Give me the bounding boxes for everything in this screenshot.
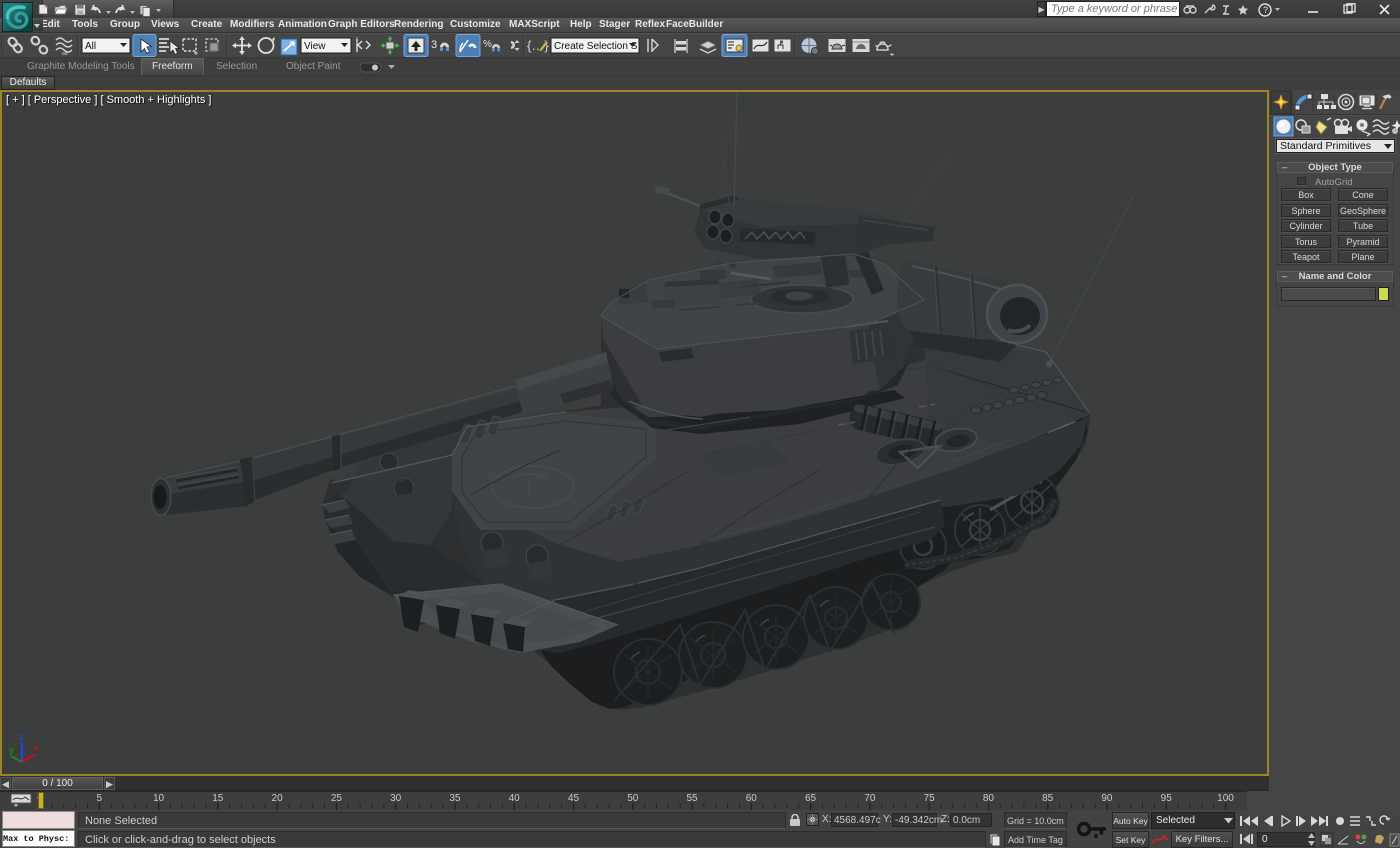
svg-text:25: 25: [331, 793, 343, 804]
svg-text:60: 60: [746, 793, 758, 804]
svg-text:∞: ∞: [62, 49, 68, 58]
svg-text:40: 40: [509, 793, 521, 804]
svg-text:%: %: [483, 39, 492, 50]
svg-text:75: 75: [924, 793, 936, 804]
svg-text:View: View: [304, 41, 326, 52]
svg-text:100: 100: [1217, 793, 1234, 804]
svg-text:y: y: [9, 745, 14, 755]
svg-text:x: x: [34, 743, 39, 753]
svg-text:80: 80: [983, 793, 995, 804]
svg-text:20: 20: [272, 793, 284, 804]
svg-text:?: ?: [1263, 5, 1268, 15]
svg-text:95: 95: [1161, 793, 1173, 804]
svg-text:3: 3: [431, 39, 437, 51]
svg-text:5: 5: [96, 793, 102, 804]
svg-text:35: 35: [449, 793, 461, 804]
svg-text:85: 85: [1042, 793, 1054, 804]
svg-text:10: 10: [153, 793, 165, 804]
svg-text:15: 15: [212, 793, 224, 804]
svg-text:30: 30: [390, 793, 402, 804]
svg-text:55: 55: [686, 793, 698, 804]
svg-text:All: All: [85, 41, 96, 52]
svg-text:65: 65: [805, 793, 817, 804]
svg-text:70: 70: [864, 793, 876, 804]
svg-text:z: z: [19, 732, 24, 742]
svg-text:45: 45: [568, 793, 580, 804]
svg-text:50: 50: [627, 793, 639, 804]
svg-text:Create Selection S: Create Selection S: [554, 41, 638, 52]
svg-text:90: 90: [1101, 793, 1113, 804]
